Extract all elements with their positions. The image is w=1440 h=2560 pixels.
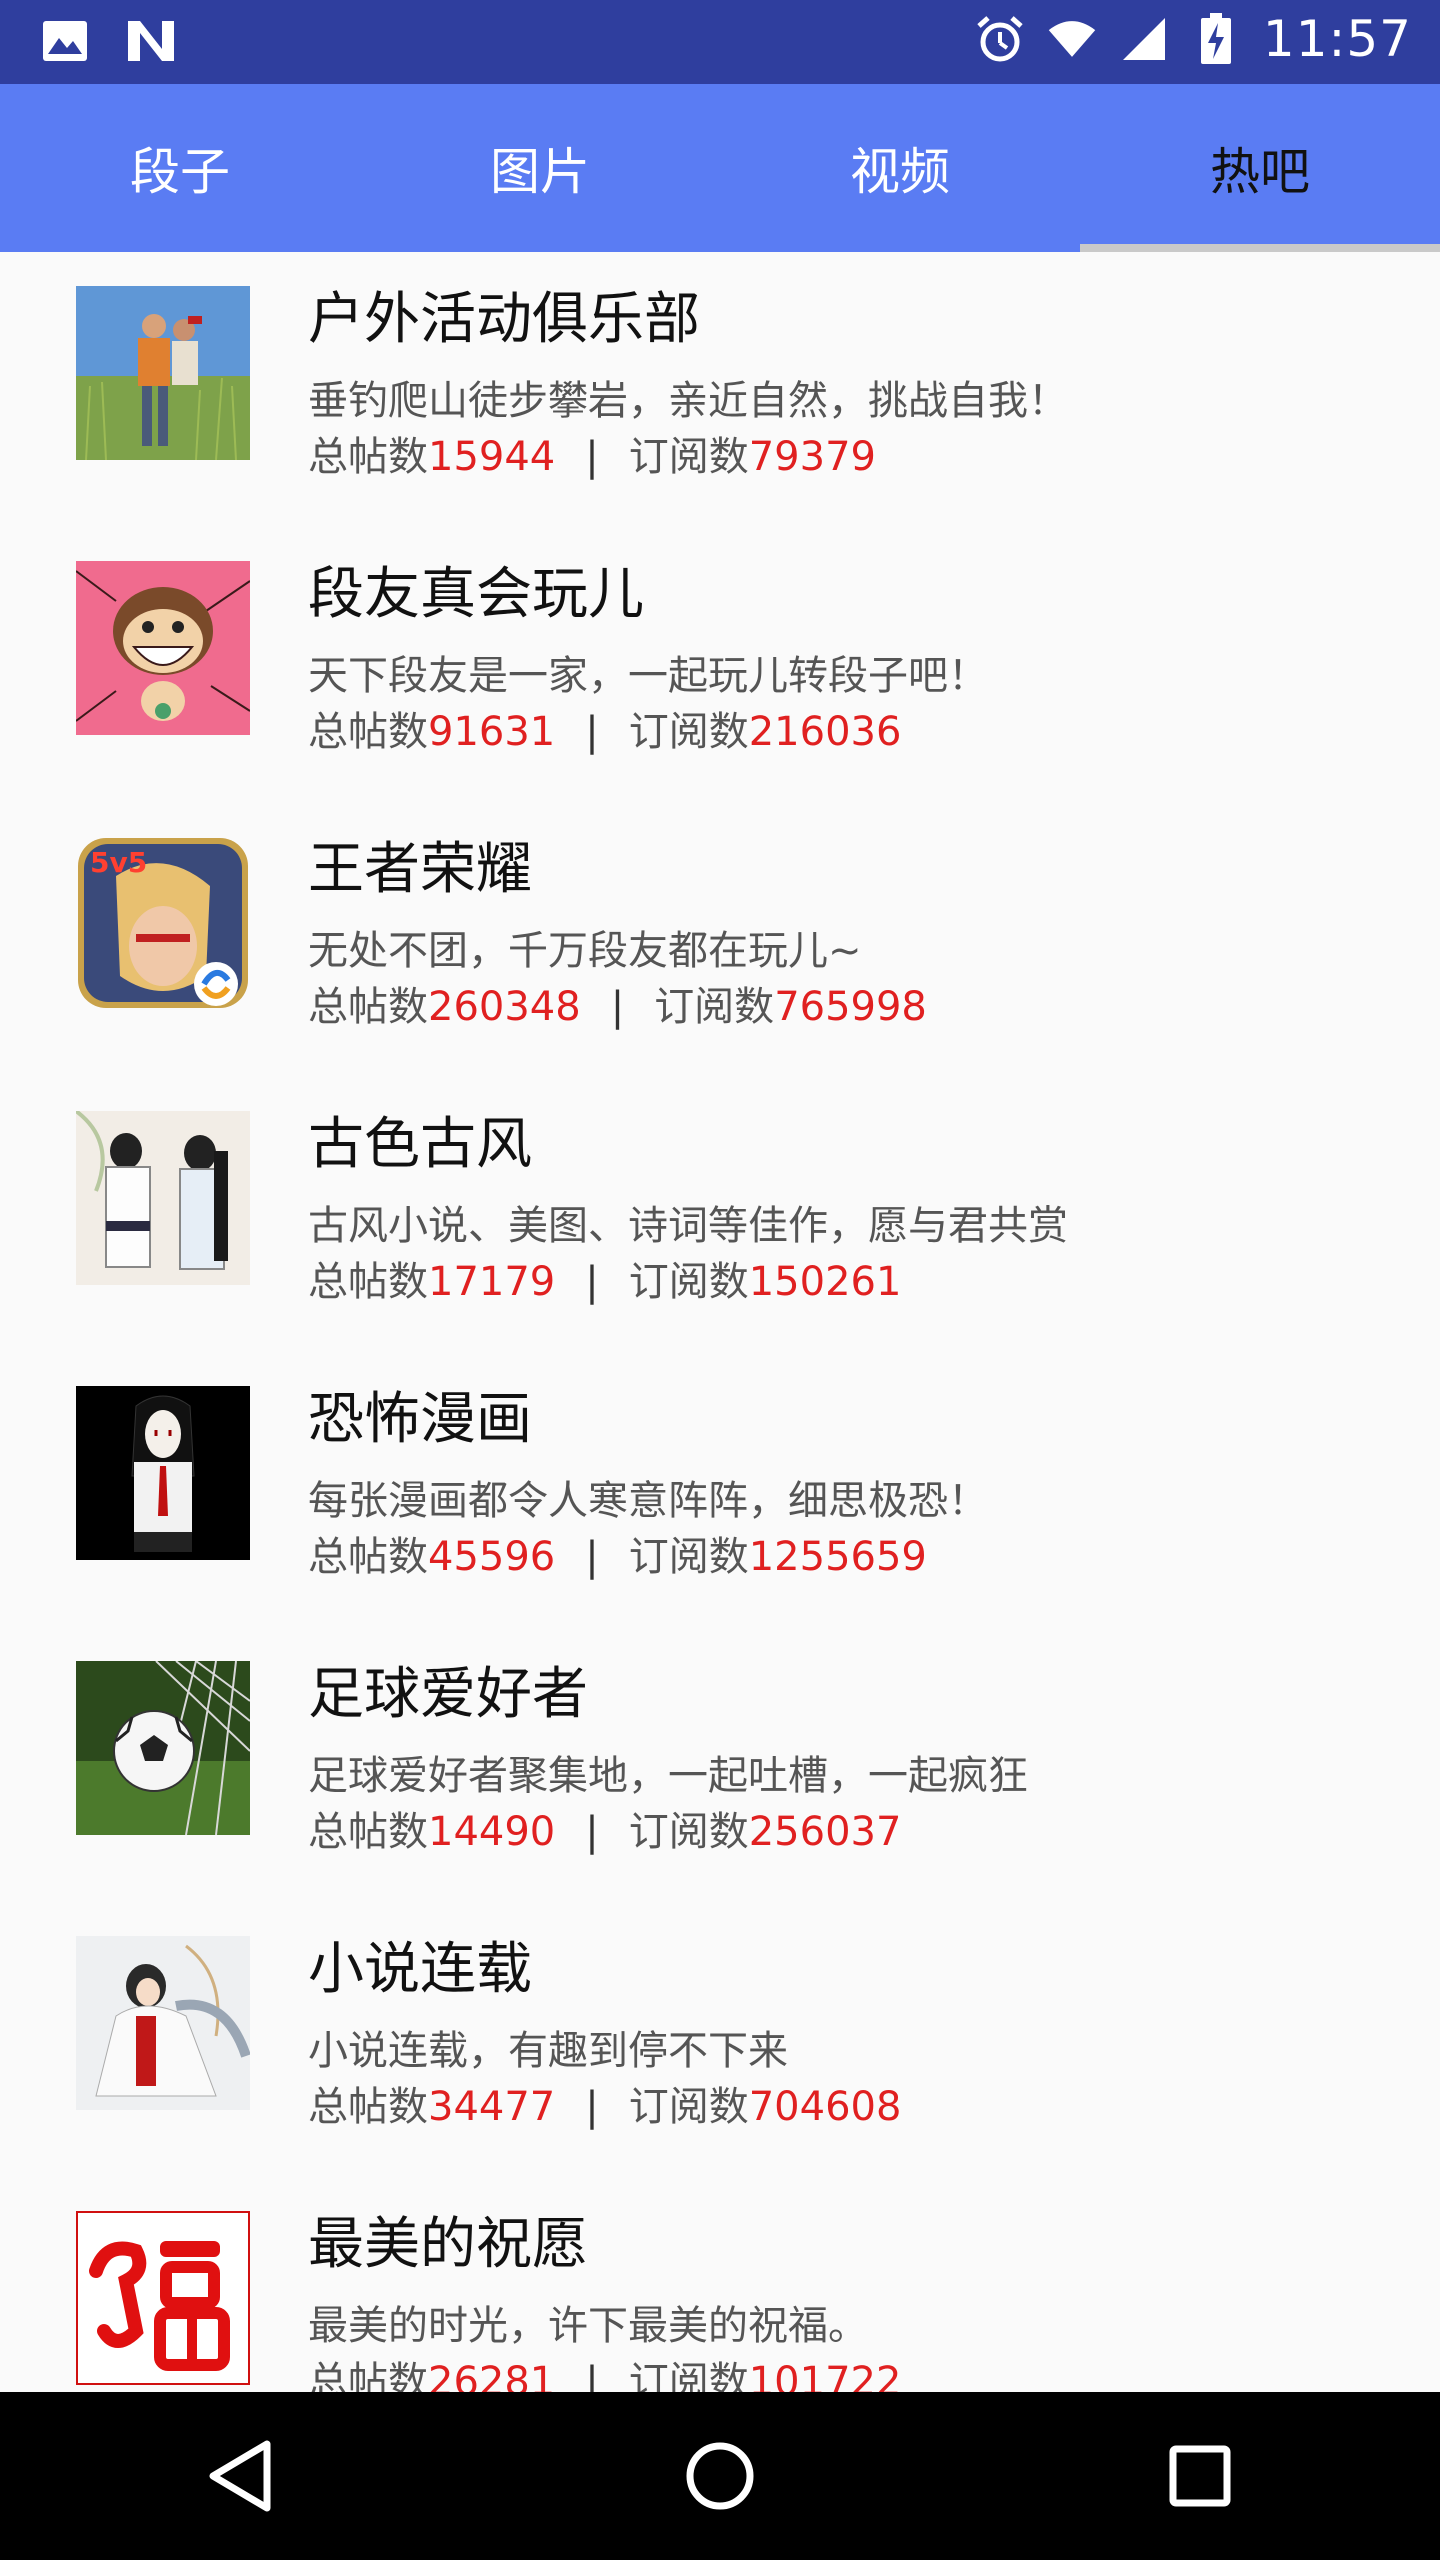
alarm-icon [975, 14, 1025, 64]
subs-count: 765998 [774, 984, 927, 1030]
tab-videos[interactable]: 视频 [720, 84, 1080, 252]
posts-label: 总帖数 [308, 1534, 428, 1580]
list-item[interactable]: 小说连载 小说连载，有趣到停不下来 总帖数34477 | 订阅数704608 [0, 1902, 1440, 2177]
svg-text:5v5: 5v5 [90, 846, 147, 879]
subs-label: 订阅数 [628, 1534, 749, 1580]
ancient-style-couple-thumbnail [76, 1111, 250, 1285]
posts-count: 15944 [428, 434, 556, 480]
posts-count: 91631 [428, 709, 556, 755]
subs-count: 256037 [748, 1809, 902, 1855]
subs-label: 订阅数 [628, 2359, 749, 2392]
stats-separator: | [585, 2359, 599, 2392]
list-item[interactable]: 最美的祝愿 最美的时光，许下最美的祝福。 总帖数26281 | 订阅数101722 [0, 2177, 1440, 2392]
list-item[interactable]: 5v5 王者荣耀 无处不团，千万段友都在玩儿~ 总帖数260348 | 订阅数765… [0, 802, 1440, 1077]
status-bar: 11:57 [0, 0, 1440, 84]
group-title: 足球爱好者 [308, 1662, 588, 1727]
posts-count: 260348 [428, 984, 581, 1030]
subs-label: 订阅数 [628, 434, 749, 480]
list-item[interactable]: 恐怖漫画 每张漫画都令人寒意阵阵，细思极恐！ 总帖数45596 | 订阅数12556… [0, 1352, 1440, 1627]
tab-bar: 段子 图片 视频 热吧 [0, 84, 1440, 252]
home-icon[interactable] [660, 2416, 780, 2536]
posts-count: 14490 [428, 1809, 556, 1855]
wifi-icon [1047, 14, 1097, 64]
group-title: 段友真会玩儿 [308, 562, 644, 627]
group-stats: 总帖数34477 | 订阅数704608 [308, 2074, 901, 2132]
navigation-bar [0, 2392, 1440, 2560]
list-item[interactable]: 足球爱好者 足球爱好者聚集地，一起吐槽，一起疯狂 总帖数14490 | 订阅数256… [0, 1627, 1440, 1902]
stats-separator: | [585, 1259, 599, 1305]
recents-icon[interactable] [1140, 2416, 1260, 2536]
group-stats: 总帖数26281 | 订阅数101722 [308, 2349, 901, 2392]
posts-label: 总帖数 [308, 2084, 428, 2130]
group-description: 小说连载，有趣到停不下来 [308, 2028, 788, 2074]
signal-icon [1119, 14, 1169, 64]
group-stats: 总帖数15944 | 订阅数79379 [308, 424, 876, 482]
posts-count: 45596 [428, 1534, 556, 1580]
subs-label: 订阅数 [654, 984, 775, 1030]
clock-time: 11:57 [1262, 10, 1412, 68]
group-description: 垂钓爬山徒步攀岩，亲近自然，挑战自我！ [308, 378, 1068, 424]
posts-label: 总帖数 [308, 2359, 428, 2392]
stats-separator: | [585, 1534, 599, 1580]
group-title: 古色古风 [308, 1112, 532, 1177]
subs-label: 订阅数 [628, 709, 749, 755]
group-description: 最美的时光，许下最美的祝福。 [308, 2303, 868, 2349]
subs-label: 订阅数 [628, 1259, 749, 1305]
posts-count: 26281 [428, 2359, 556, 2392]
group-stats: 总帖数260348 | 订阅数765998 [308, 974, 927, 1032]
battery-charging-icon [1191, 13, 1241, 64]
soccer-ball-net-thumbnail [76, 1661, 250, 1835]
group-title: 最美的祝愿 [308, 2212, 588, 2277]
group-stats: 总帖数45596 | 订阅数1255659 [308, 1524, 927, 1582]
list-item[interactable]: 段友真会玩儿 天下段友是一家，一起玩儿转段子吧！ 总帖数91631 | 订阅数216… [0, 527, 1440, 802]
subs-label: 订阅数 [628, 1809, 749, 1855]
subs-count: 704608 [748, 2084, 902, 2130]
group-description: 无处不团，千万段友都在玩儿~ [308, 928, 862, 974]
back-icon[interactable] [180, 2416, 300, 2536]
group-description: 古风小说、美图、诗词等佳作，愿与君共赏 [308, 1203, 1068, 1249]
posts-count: 17179 [428, 1259, 556, 1305]
stats-separator: | [585, 709, 599, 755]
tab-pictures[interactable]: 图片 [360, 84, 720, 252]
fu-character-thumbnail [76, 2211, 250, 2385]
horror-girl-thumbnail [76, 1386, 250, 1560]
monkey-cartoon-thumbnail [76, 561, 250, 735]
list-item[interactable]: 户外活动俱乐部 垂钓爬山徒步攀岩，亲近自然，挑战自我！ 总帖数15944 | 订阅数… [0, 252, 1440, 527]
n-logo-icon [126, 16, 176, 66]
group-stats: 总帖数17179 | 订阅数150261 [308, 1249, 901, 1307]
subs-count: 150261 [748, 1259, 902, 1305]
posts-label: 总帖数 [308, 434, 428, 480]
hiking-photo-thumbnail [76, 286, 250, 460]
image-icon [40, 16, 90, 66]
group-list[interactable]: 户外活动俱乐部 垂钓爬山徒步攀岩，亲近自然，挑战自我！ 总帖数15944 | 订阅数… [0, 252, 1440, 2392]
posts-label: 总帖数 [308, 709, 428, 755]
subs-count: 79379 [748, 434, 876, 480]
group-description: 足球爱好者聚集地，一起吐槽，一起疯狂 [308, 1753, 1028, 1799]
posts-count: 34477 [428, 2084, 556, 2130]
posts-label: 总帖数 [308, 1259, 428, 1305]
posts-label: 总帖数 [308, 1809, 428, 1855]
group-title: 户外活动俱乐部 [308, 287, 700, 352]
game-icon-5v5-thumbnail: 5v5 [76, 836, 250, 1010]
group-title: 恐怖漫画 [308, 1387, 532, 1452]
tab-hot-groups[interactable]: 热吧 [1080, 84, 1440, 252]
group-description: 天下段友是一家，一起玩儿转段子吧！ [308, 653, 988, 699]
stats-separator: | [585, 2084, 599, 2130]
group-title: 王者荣耀 [308, 837, 532, 902]
subs-count: 1255659 [748, 1534, 927, 1580]
group-stats: 总帖数14490 | 订阅数256037 [308, 1799, 901, 1857]
stats-separator: | [585, 434, 599, 480]
posts-label: 总帖数 [308, 984, 428, 1030]
subs-count: 216036 [748, 709, 902, 755]
subs-label: 订阅数 [628, 2084, 749, 2130]
stats-separator: | [610, 984, 625, 1030]
group-description: 每张漫画都令人寒意阵阵，细思极恐！ [308, 1478, 988, 1524]
tab-jokes[interactable]: 段子 [0, 84, 360, 252]
stats-separator: | [585, 1809, 599, 1855]
list-item[interactable]: 古色古风 古风小说、美图、诗词等佳作，愿与君共赏 总帖数17179 | 订阅数150… [0, 1077, 1440, 1352]
group-stats: 总帖数91631 | 订阅数216036 [308, 699, 901, 757]
group-title: 小说连载 [308, 1937, 532, 2002]
subs-count: 101722 [748, 2359, 902, 2392]
novel-girl-thumbnail [76, 1936, 250, 2110]
